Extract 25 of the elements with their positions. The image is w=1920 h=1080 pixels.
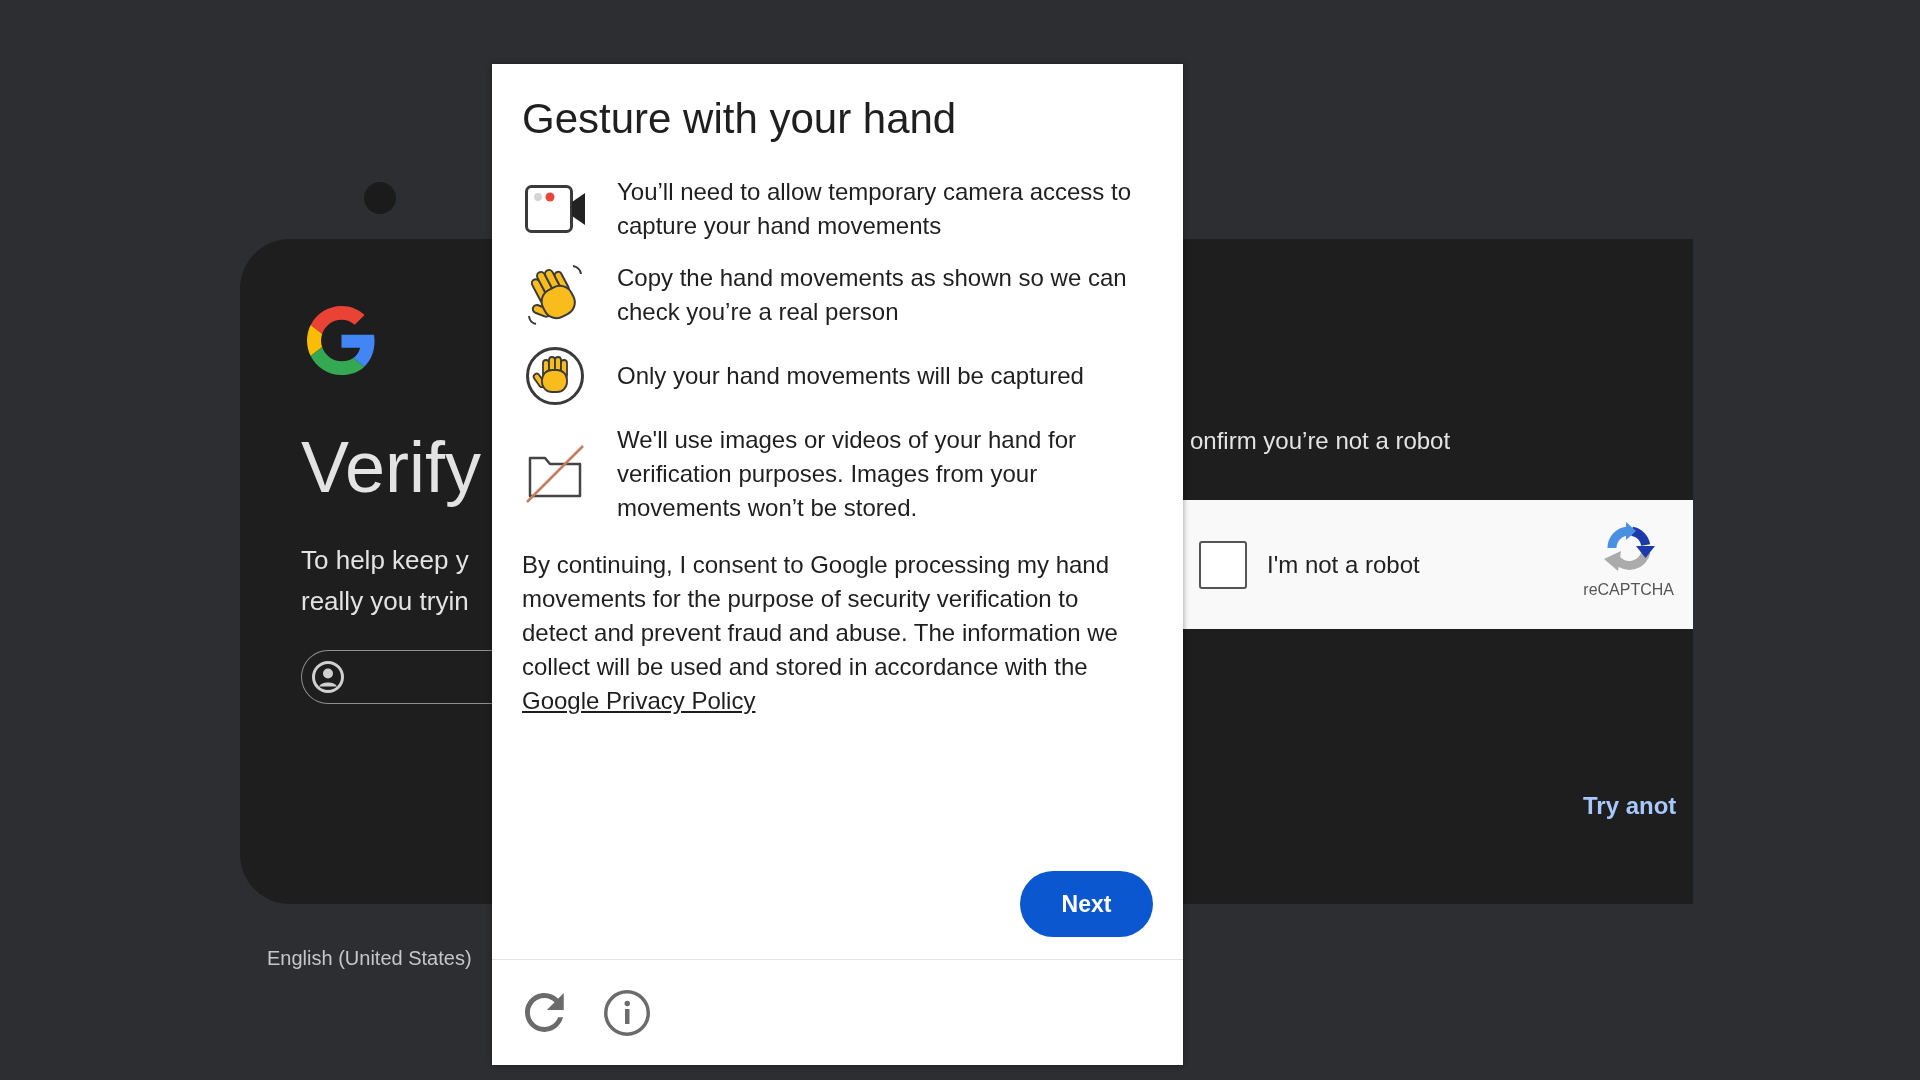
- instruction-text: You’ll need to allow temporary camera access to capture your hand movements: [617, 177, 1133, 241]
- crossed-folder-icon: [525, 444, 585, 504]
- reload-icon[interactable]: [525, 993, 564, 1032]
- language-selector[interactable]: English (United States): [267, 946, 472, 970]
- description-text: really you tryin: [301, 585, 469, 618]
- instruction-text: Copy the hand movements as shown so we can check you’re a real person: [617, 263, 1128, 327]
- dialog-title: Gesture with your hand: [522, 95, 957, 143]
- page-heading: Verify: [301, 427, 482, 507]
- brand-label: reCAPTCHA: [1583, 580, 1674, 599]
- video-camera-icon: [525, 185, 585, 233]
- user-icon: [312, 661, 344, 693]
- g-logo-icon: [307, 306, 376, 375]
- checkbox-label: I'm not a robot: [1267, 550, 1420, 579]
- waving-hand-icon: [527, 263, 583, 327]
- description-text: To help keep y: [301, 544, 469, 577]
- text-link[interactable]: Try anot: [1583, 790, 1677, 822]
- checkbox[interactable]: [1199, 540, 1247, 589]
- next-button[interactable]: Next: [1020, 871, 1153, 937]
- raised-hand-icon: [526, 347, 584, 405]
- instruction-text: Only your hand movements will be captured: [617, 361, 1085, 391]
- consent-text: By continuing, I consent to Google processing my hand movements for the purpose of security verification to detect and prevent fraud and abuse. The information we collect will be used and stored in accordance with the Google Privacy Policy: [522, 550, 1119, 716]
- privacy-policy-link[interactable]: Google Privacy Policy: [522, 687, 756, 714]
- info-icon[interactable]: [604, 989, 650, 1036]
- prompt-text: onfirm you’re not a robot: [1190, 426, 1451, 456]
- instruction-text: We'll use images or videos of your hand for verification purposes. Images from your movements won’t be stored.: [617, 425, 1078, 523]
